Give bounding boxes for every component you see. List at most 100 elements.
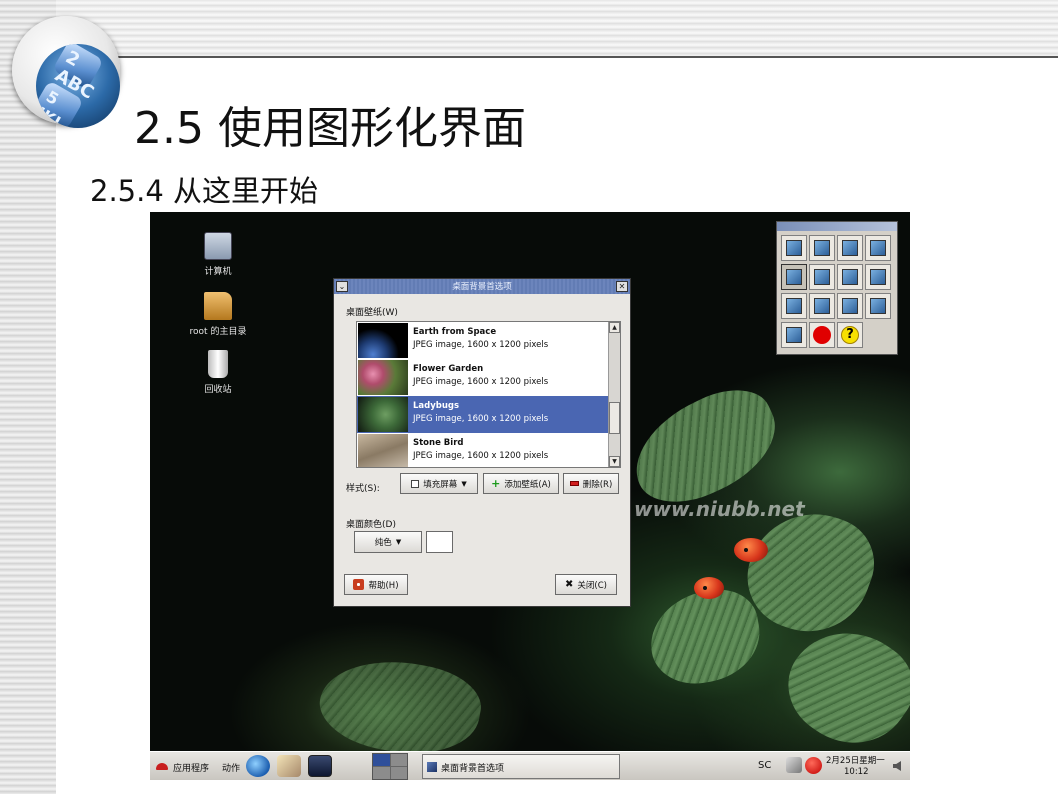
wallpaper-label: 桌面壁纸(W) <box>346 308 398 318</box>
workspace-3[interactable] <box>373 767 390 779</box>
tool-icon <box>842 269 858 285</box>
tool-button[interactable] <box>865 235 891 261</box>
tool-button[interactable] <box>837 235 863 261</box>
ladybug-decor <box>694 577 724 599</box>
wallpaper-scrollbar[interactable]: ▲ ▼ <box>608 322 620 467</box>
taskbar: 应用程序 动作 桌面背景首选项 SC 2月25日星期一 10:12 <box>150 751 910 780</box>
desktop-icon-label: root 的主目录 <box>189 327 247 337</box>
tool-icon <box>842 298 858 314</box>
add-wallpaper-button[interactable]: + 添加壁纸(A) <box>483 473 559 494</box>
leaf-decor <box>643 583 767 691</box>
minus-icon <box>569 481 579 486</box>
desktop-color-label: 桌面颜色(D) <box>346 520 396 530</box>
home-folder-icon <box>204 292 232 320</box>
applications-menu[interactable]: 应用程序 <box>173 761 209 774</box>
tools-icon[interactable] <box>786 757 802 773</box>
help-button[interactable]: 帮助(H) <box>344 574 408 595</box>
color-mode-value: 纯色 <box>374 538 392 548</box>
update-alert-icon[interactable] <box>805 757 822 774</box>
window-close-button[interactable]: ✕ <box>616 281 628 292</box>
workspace-4[interactable] <box>390 767 407 779</box>
workspace-pager[interactable] <box>372 753 408 780</box>
preferences-icon <box>427 762 437 772</box>
wallpaper-item-ladybugs[interactable]: Ladybugs JPEG image, 1600 x 1200 pixels <box>357 396 620 433</box>
tool-icon <box>870 269 886 285</box>
wallpaper-desc: JPEG image, 1600 x 1200 pixels <box>413 340 549 350</box>
ladybug-decor <box>734 538 768 562</box>
stop-button[interactable] <box>809 322 835 348</box>
tool-button[interactable] <box>781 293 807 319</box>
workspace-1[interactable] <box>373 754 390 766</box>
workspace-2[interactable] <box>390 754 407 766</box>
mail-icon[interactable] <box>277 755 301 777</box>
taskbar-window-button[interactable]: 桌面背景首选项 <box>422 754 620 779</box>
wallpaper-desc: JPEG image, 1600 x 1200 pixels <box>413 377 549 387</box>
volume-icon[interactable] <box>893 761 901 771</box>
wallpaper-item-flower[interactable]: Flower Garden JPEG image, 1600 x 1200 pi… <box>357 359 620 396</box>
wallpaper-desc: JPEG image, 1600 x 1200 pixels <box>413 414 549 424</box>
clock-date[interactable]: 2月25日星期一 <box>826 754 885 766</box>
leaf-decor <box>313 648 487 766</box>
close-button[interactable]: ✖ 关闭(C) <box>555 574 617 595</box>
tool-button[interactable] <box>781 322 807 348</box>
dialog-title: 桌面背景首选项 <box>452 282 512 292</box>
dialog-titlebar[interactable]: ⌄ 桌面背景首选项 ✕ <box>334 279 630 294</box>
taskbar-window-label: 桌面背景首选项 <box>441 764 505 774</box>
wallpaper-name: Ladybugs <box>413 401 460 411</box>
tool-icon <box>814 298 830 314</box>
tool-button[interactable] <box>781 264 807 290</box>
help-tool-button[interactable]: ? <box>837 322 863 348</box>
tool-icon <box>842 240 858 256</box>
plus-icon: + <box>491 477 501 490</box>
wallpaper-item-stone-bird[interactable]: Stone Bird JPEG image, 1600 x 1200 pixel… <box>357 433 620 467</box>
remove-wallpaper-button[interactable]: 删除(R) <box>563 473 619 494</box>
wallpaper-name: Stone Bird <box>413 438 464 448</box>
tool-button[interactable] <box>837 264 863 290</box>
input-method-indicator[interactable]: SC <box>758 760 771 771</box>
slide: 2 ABC 5 JKL 2.5 使用图形化界面 2.5.4 从这里开始 www.… <box>0 0 1058 794</box>
desktop-icon-computer[interactable]: 计算机 <box>173 232 263 277</box>
redhat-icon <box>156 763 168 770</box>
stop-icon <box>813 326 831 344</box>
background-preferences-dialog: ⌄ 桌面背景首选项 ✕ 桌面壁纸(W) Earth from Space JPE… <box>333 278 631 607</box>
tool-button[interactable] <box>865 293 891 319</box>
tool-button[interactable] <box>809 264 835 290</box>
wallpaper-thumbnail <box>358 397 408 432</box>
wallpaper-desc: JPEG image, 1600 x 1200 pixels <box>413 451 549 461</box>
tool-button[interactable] <box>809 235 835 261</box>
tool-icon <box>786 298 802 314</box>
close-button-label: 关闭(C) <box>577 580 607 591</box>
browser-icon[interactable] <box>246 755 270 777</box>
desktop-icon-home[interactable]: root 的主目录 <box>173 292 263 337</box>
scroll-thumb[interactable] <box>609 402 620 434</box>
tool-button[interactable] <box>781 235 807 261</box>
actions-menu[interactable]: 动作 <box>222 761 240 774</box>
tool-icon <box>786 269 802 285</box>
chevron-down-icon: ▼ <box>461 479 467 488</box>
color-mode-dropdown[interactable]: 纯色 ▼ <box>354 531 422 553</box>
desktop-icon-label: 回收站 <box>204 385 232 395</box>
desktop-icon-trash[interactable]: 回收站 <box>173 350 263 395</box>
terminal-icon[interactable] <box>308 755 332 777</box>
add-wallpaper-label: 添加壁纸(A) <box>504 479 551 490</box>
keypad-logo-icon: 2 ABC 5 JKL <box>12 16 120 128</box>
scroll-up-icon[interactable]: ▲ <box>609 322 620 333</box>
scroll-down-icon[interactable]: ▼ <box>609 456 620 467</box>
color-picker-button[interactable] <box>426 531 453 553</box>
style-dropdown[interactable]: 填充屏幕 ▼ <box>400 473 478 494</box>
top-decor-bar <box>56 0 1058 58</box>
tool-button[interactable] <box>837 293 863 319</box>
tool-button[interactable] <box>865 264 891 290</box>
tool-button[interactable] <box>809 293 835 319</box>
key-2-icon: 2 ABC <box>51 44 104 104</box>
wallpaper-name: Flower Garden <box>413 364 484 374</box>
chevron-down-icon: ▼ <box>395 538 402 546</box>
tool-icon <box>870 298 886 314</box>
slide-subtitle: 2.5.4 从这里开始 <box>90 174 319 208</box>
desktop-screenshot: www.niubb.net 计算机 root 的主目录 回收站 ? ⌄ 桌面背景… <box>150 212 910 780</box>
toolbox-titlebar[interactable] <box>777 222 897 231</box>
remove-wallpaper-label: 删除(R) <box>582 479 613 490</box>
wallpaper-item-earth[interactable]: Earth from Space JPEG image, 1600 x 1200… <box>357 322 620 359</box>
clock-time[interactable]: 10:12 <box>844 767 869 777</box>
wallpaper-list[interactable]: Earth from Space JPEG image, 1600 x 1200… <box>356 321 621 468</box>
